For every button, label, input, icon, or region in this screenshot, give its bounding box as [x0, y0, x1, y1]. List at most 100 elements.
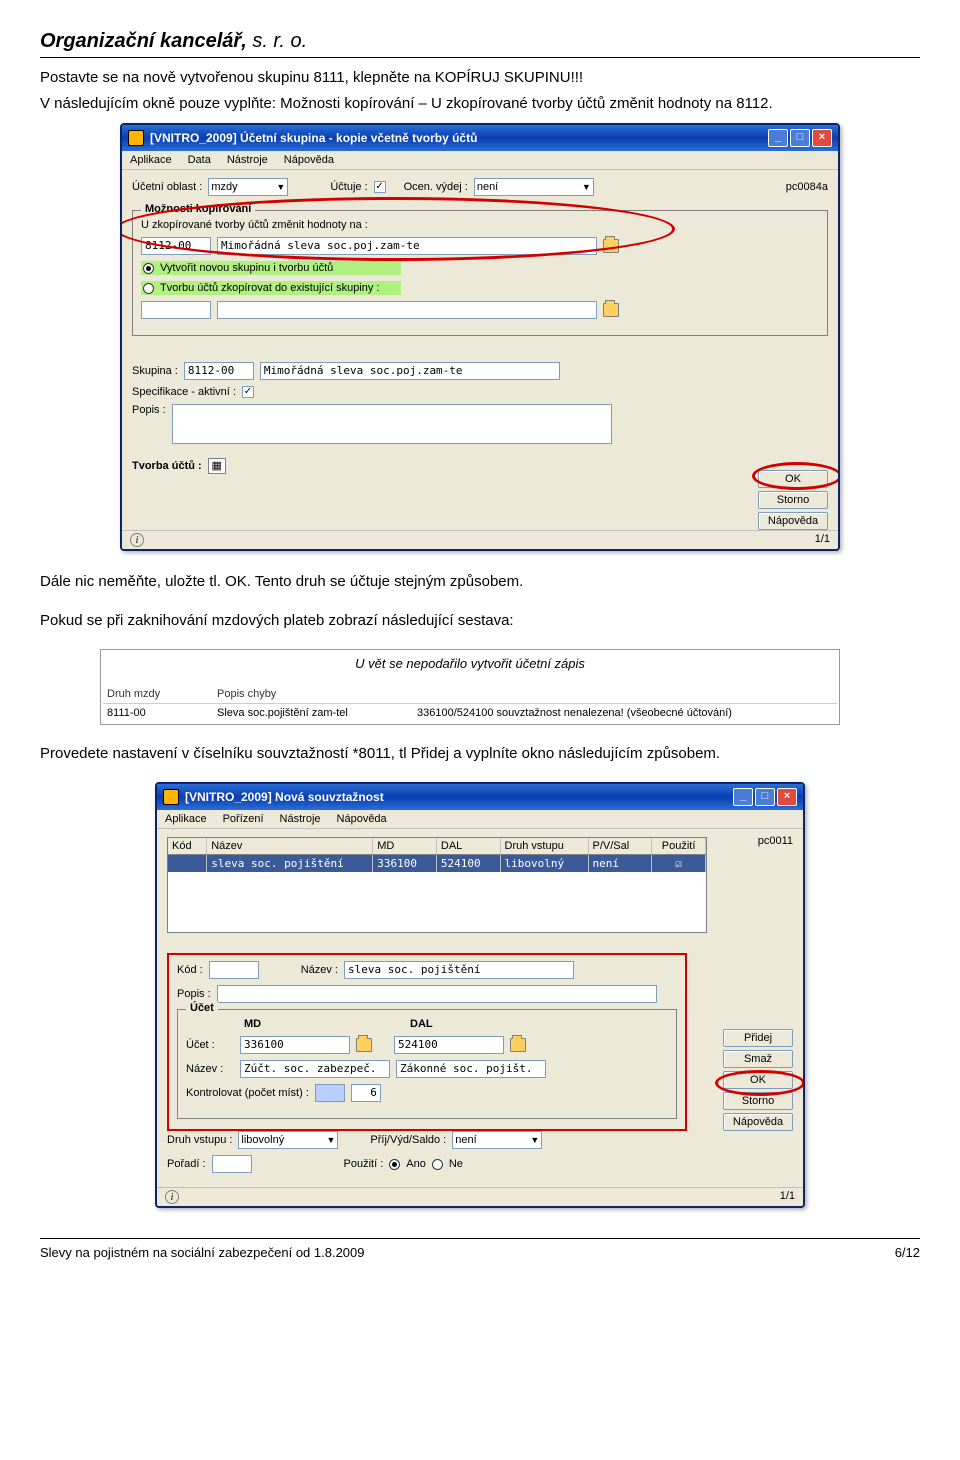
paragraph-4: Pokud se při zaknihování mzdových plateb… — [40, 610, 920, 631]
gr-pouziti: ☑ — [652, 855, 706, 872]
ok-button[interactable]: OK — [723, 1071, 793, 1089]
menu-aplikace[interactable]: Aplikace — [165, 813, 207, 825]
checkbox-spec[interactable]: ✓ — [242, 386, 254, 398]
gh-vstup: Druh vstupu — [501, 838, 589, 854]
paragraph-5: Provedete nastavení v číselníku souvztaž… — [40, 743, 920, 764]
input-dal-name: Zákonné soc. pojišt. — [396, 1060, 546, 1078]
titlebar: [VNITRO_2009] Nová souvztažnost _ □ × — [157, 784, 803, 810]
input-kod[interactable] — [209, 961, 259, 979]
statusbar: i 1/1 — [122, 530, 838, 549]
select-pvs[interactable]: není▼ — [452, 1131, 542, 1149]
napoveda-button[interactable]: Nápověda — [758, 512, 828, 530]
lbl-skupina: Skupina : — [132, 365, 178, 377]
menu-napoveda[interactable]: Nápověda — [337, 813, 387, 825]
gr-nazev: sleva soc. pojištění — [207, 855, 373, 872]
menu-porizeni[interactable]: Pořízení — [223, 813, 264, 825]
maximize-button[interactable]: □ — [790, 129, 810, 147]
gh-kod: Kód — [168, 838, 207, 854]
radio-ne[interactable] — [432, 1159, 443, 1170]
input-md[interactable]: 336100 — [240, 1036, 350, 1054]
input-kontrol-1[interactable] — [315, 1084, 345, 1102]
pridej-button[interactable]: Přidej — [723, 1029, 793, 1047]
maximize-button[interactable]: □ — [755, 788, 775, 806]
input-skupina-kod[interactable]: 8112-00 — [184, 362, 254, 380]
window-title: [VNITRO_2009] Nová souvztažnost — [185, 790, 733, 804]
radio-ano-label: Ano — [406, 1158, 426, 1170]
lbl-popis: Popis : — [177, 988, 211, 1000]
menubar: Aplikace Data Nástroje Nápověda — [122, 151, 838, 170]
radio-exist-label: Tvorbu účtů zkopírovat do existující sku… — [160, 282, 380, 294]
ok-button[interactable]: OK — [758, 470, 828, 488]
gh-pvs: P/V/Sal — [589, 838, 653, 854]
input-kod-8112-name[interactable]: Mimořádná sleva soc.poj.zam-te — [217, 237, 597, 255]
input-poradi[interactable] — [212, 1155, 252, 1173]
err-msg: 336100/524100 souvztažnost nenalezena! (… — [417, 707, 833, 719]
input-popis[interactable] — [217, 985, 657, 1003]
textarea-popis[interactable] — [172, 404, 612, 444]
window-copy-group: [VNITRO_2009] Účetní skupina - kopie vče… — [120, 123, 840, 551]
input-empty1[interactable] — [141, 301, 211, 319]
menu-napoveda[interactable]: Nápověda — [284, 154, 334, 166]
minimize-button[interactable]: _ — [768, 129, 788, 147]
folder-open-icon[interactable] — [356, 1038, 372, 1052]
select-oblast[interactable]: mzdy▼ — [208, 178, 288, 196]
lbl-poradi: Pořadí : — [167, 1158, 206, 1170]
storno-button[interactable]: Storno — [723, 1092, 793, 1110]
grid-row[interactable]: sleva soc. pojištění 336100 524100 libov… — [168, 855, 706, 872]
smaz-button[interactable]: Smaž — [723, 1050, 793, 1068]
info-icon: i — [130, 533, 144, 547]
gh-dal: DAL — [437, 838, 501, 854]
lbl-kod: Kód : — [177, 964, 203, 976]
close-button[interactable]: × — [812, 129, 832, 147]
lbl-ocen: Ocen. výdej : — [404, 181, 468, 193]
checkbox-uctuje[interactable]: ✓ — [374, 181, 386, 193]
napoveda-button[interactable]: Nápověda — [723, 1113, 793, 1131]
pc-id: pc0084a — [786, 181, 828, 193]
side-buttons: Přidej Smaž OK Storno Nápověda — [723, 1029, 793, 1131]
app-icon — [128, 130, 144, 146]
gr-dal: 524100 — [437, 855, 501, 872]
input-dal[interactable]: 524100 — [394, 1036, 504, 1054]
statusbar: i 1/1 — [157, 1187, 803, 1206]
radio-new-group[interactable] — [143, 263, 154, 274]
lbl-spec: Specifikace - aktivní : — [132, 386, 236, 398]
red-box-highlight: Kód : Název : sleva soc. pojištění Popis… — [167, 953, 687, 1131]
select-ocen[interactable]: není▼ — [474, 178, 594, 196]
select-druh[interactable]: libovolný▼ — [238, 1131, 338, 1149]
input-kontrol-2[interactable]: 6 — [351, 1084, 381, 1102]
input-nazev[interactable]: sleva soc. pojištění — [344, 961, 574, 979]
input-md-name: Zúčt. soc. zabezpeč. — [240, 1060, 390, 1078]
input-empty2[interactable] — [217, 301, 597, 319]
folder-open-icon[interactable] — [603, 239, 619, 253]
footer-left: Slevy na pojistném na sociální zabezpeče… — [40, 1245, 365, 1260]
menu-nastroje[interactable]: Nástroje — [280, 813, 321, 825]
err-h1: Druh mzdy — [107, 688, 217, 700]
close-button[interactable]: × — [777, 788, 797, 806]
err-name: Sleva soc.pojištění zam-tel — [217, 707, 417, 719]
app-icon — [163, 789, 179, 805]
group-ucet: Účet MD DAL Účet : 336100 524100 — [177, 1009, 677, 1119]
input-kod-8112[interactable]: 8112-00 — [141, 237, 211, 255]
radio-ano[interactable] — [389, 1159, 400, 1170]
footer-right: 6/12 — [895, 1245, 920, 1260]
data-grid[interactable]: Kód Název MD DAL Druh vstupu P/V/Sal Pou… — [167, 837, 707, 933]
company-thin: s. r. o. — [247, 30, 307, 52]
radio-existing-group[interactable] — [143, 283, 154, 294]
tvorba-icon[interactable]: ▦ — [208, 458, 226, 474]
folder-open-icon[interactable] — [510, 1038, 526, 1052]
folder-open-icon[interactable] — [603, 303, 619, 317]
chevron-down-icon: ▼ — [530, 1135, 539, 1145]
menu-aplikace[interactable]: Aplikace — [130, 154, 172, 166]
window-new-relation: [VNITRO_2009] Nová souvztažnost _ □ × Ap… — [155, 782, 805, 1208]
minimize-button[interactable]: _ — [733, 788, 753, 806]
grp-ucet-title: Účet — [186, 1002, 218, 1014]
err-h2: Popis chyby — [217, 688, 417, 700]
gh-pouziti: Použití — [652, 838, 706, 854]
storno-button[interactable]: Storno — [758, 491, 828, 509]
radio-new-label: Vytvořit novou skupinu i tvorbu účtů — [160, 262, 333, 274]
company-bold: Organizační kancelář, — [40, 30, 247, 52]
menu-nastroje[interactable]: Nástroje — [227, 154, 268, 166]
page-footer: Slevy na pojistném na sociální zabezpeče… — [40, 1239, 920, 1260]
input-skupina-name[interactable]: Mimořádná sleva soc.poj.zam-te — [260, 362, 560, 380]
menu-data[interactable]: Data — [188, 154, 211, 166]
